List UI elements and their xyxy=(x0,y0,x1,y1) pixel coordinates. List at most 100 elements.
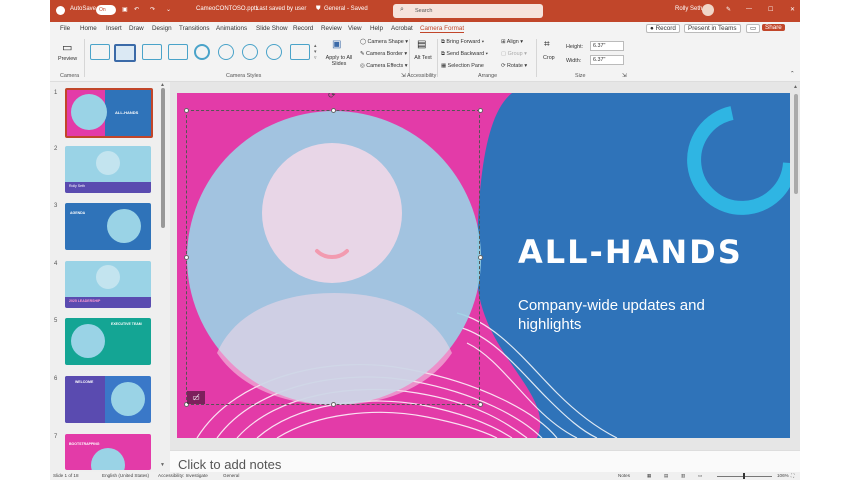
editor-scroll-up-icon[interactable]: ▲ xyxy=(793,84,798,90)
slide-thumbnail-2[interactable]: Rolly Seth xyxy=(65,146,151,193)
tab-home[interactable]: Home xyxy=(80,25,97,32)
scroll-up-icon[interactable]: ▲ xyxy=(160,82,165,88)
share-button[interactable]: Share xyxy=(762,24,785,31)
slide-thumbnail-6[interactable]: WELCOME xyxy=(65,376,151,423)
tab-design[interactable]: Design xyxy=(152,25,172,32)
style-thumb-3[interactable] xyxy=(142,44,162,60)
tab-camera-format[interactable]: Camera Format xyxy=(420,25,465,33)
camera-shape-button[interactable]: ◯ Camera Shape ▾ xyxy=(360,39,408,45)
group-button[interactable]: ▢ Group ▾ xyxy=(501,51,527,57)
tab-help[interactable]: Help xyxy=(370,25,383,32)
alt-text-button[interactable]: ▤ Alt Text xyxy=(412,39,434,71)
camera-styles-gallery[interactable]: ▴ ▾ ▿ xyxy=(88,41,318,65)
style-thumb-2[interactable] xyxy=(114,44,136,62)
thumb-scrollbar[interactable] xyxy=(161,88,165,228)
tab-transitions[interactable]: Transitions xyxy=(179,25,210,32)
redo-icon[interactable]: ↷ xyxy=(150,6,155,13)
height-value: 6.37" xyxy=(593,43,606,49)
resize-handle[interactable] xyxy=(184,255,189,260)
tab-review[interactable]: Review xyxy=(321,25,342,32)
autosave-toggle[interactable]: On xyxy=(96,5,116,15)
reading-view-icon[interactable]: ▥ xyxy=(681,473,685,479)
preview-button[interactable]: ▭ Preview xyxy=(58,39,80,69)
style-thumb-8[interactable] xyxy=(266,44,282,60)
style-thumb-4[interactable] xyxy=(168,44,188,60)
bring-forward-button[interactable]: ⧉ Bring Forward ▾ xyxy=(441,39,484,46)
slide-thumbnail-3[interactable]: AGENDA xyxy=(65,203,151,250)
resize-handle[interactable] xyxy=(478,402,483,407)
tab-record[interactable]: Record xyxy=(293,25,313,32)
slide-thumbnail-4[interactable]: 2025 LEADERSHIP xyxy=(65,261,151,308)
style-thumb-7[interactable] xyxy=(242,44,258,60)
quick-access-more-icon[interactable]: ⌄ xyxy=(166,6,171,13)
tab-draw[interactable]: Draw xyxy=(129,25,144,32)
slide-thumbnail-7[interactable]: BOOTSTRAPPING xyxy=(65,434,151,470)
undo-icon[interactable]: ↶ xyxy=(134,6,139,13)
slide-sorter-icon[interactable]: ▤ xyxy=(664,473,668,479)
resize-handle[interactable] xyxy=(331,402,336,407)
save-icon[interactable]: ▣ xyxy=(122,6,128,13)
slide-subtitle[interactable]: Company-wide updates and highlights xyxy=(518,296,705,334)
maximize-icon[interactable]: ☐ xyxy=(768,6,773,13)
camera-off-icon[interactable]: ▭̸ xyxy=(187,391,205,404)
width-input[interactable]: 6.37" xyxy=(590,55,624,65)
style-thumb-5[interactable] xyxy=(194,44,210,60)
user-name[interactable]: Rolly Seth xyxy=(675,6,702,12)
rotate-button[interactable]: ⟳ Rotate ▾ xyxy=(501,63,527,69)
tab-file[interactable]: File xyxy=(60,25,70,32)
resize-handle[interactable] xyxy=(478,108,483,113)
tab-animations[interactable]: Animations xyxy=(216,25,247,32)
avatar[interactable] xyxy=(702,4,714,16)
slide-thumbnail-5[interactable]: EXECUTIVE TEAM xyxy=(65,318,151,365)
minimize-icon[interactable]: — xyxy=(746,6,752,12)
camera-effects-button[interactable]: ◎ Camera Effects ▾ xyxy=(360,63,407,69)
style-thumb-9[interactable] xyxy=(290,44,310,60)
collapse-ribbon-icon[interactable]: ⌃ xyxy=(790,71,795,77)
height-input[interactable]: 6.37" xyxy=(590,41,624,51)
slide-thumbnail-1[interactable]: ALL-HANDS xyxy=(65,88,153,138)
style-thumb-6[interactable] xyxy=(218,44,234,60)
editor-scrollbar[interactable] xyxy=(794,94,798,194)
notes-toggle[interactable]: Notes xyxy=(618,473,630,478)
record-button[interactable]: ● Record xyxy=(646,24,680,33)
normal-view-icon[interactable]: ▦ xyxy=(647,473,651,479)
apply-all-icon: ▣ xyxy=(332,39,342,50)
zoom-slider-thumb[interactable] xyxy=(743,473,745,479)
fit-to-window-icon[interactable]: ⛶ xyxy=(791,473,794,478)
dialog-launcher-icon[interactable]: ⇲ xyxy=(401,73,406,79)
resize-handle[interactable] xyxy=(478,255,483,260)
language-status[interactable]: English (United States) xyxy=(102,473,149,478)
comments-icon[interactable]: ▭ xyxy=(746,24,760,33)
align-button[interactable]: ⊞ Align ▾ xyxy=(501,39,523,45)
slide-canvas[interactable]: ⟳ ▭̸ ALL-HANDS Company-wide updates and … xyxy=(177,93,790,438)
sensitivity-status[interactable]: General xyxy=(223,473,239,478)
zoom-level[interactable]: 106% xyxy=(777,473,789,478)
close-icon[interactable]: ✕ xyxy=(790,6,795,13)
slideshow-icon[interactable]: ▭ xyxy=(698,473,702,479)
selection-frame[interactable] xyxy=(186,110,480,405)
scroll-down-icon[interactable]: ▼ xyxy=(160,462,165,468)
size-dialog-launcher-icon[interactable]: ⇲ xyxy=(622,73,627,79)
send-backward-button[interactable]: ⧉ Send Backward ▾ xyxy=(441,51,488,58)
crop-button[interactable]: ⌗ Crop xyxy=(541,39,559,71)
present-in-teams-button[interactable]: Present in Teams xyxy=(684,24,741,33)
rotate-handle-icon[interactable]: ⟳ xyxy=(328,93,336,101)
resize-handle[interactable] xyxy=(184,108,189,113)
tab-insert[interactable]: Insert xyxy=(106,25,122,32)
accessibility-status[interactable]: Accessibility: Investigate xyxy=(158,473,208,478)
save-status[interactable]: Last saved by user xyxy=(256,6,306,12)
resize-handle[interactable] xyxy=(331,108,336,113)
tab-acrobat[interactable]: Acrobat xyxy=(391,25,413,32)
style-thumb-1[interactable] xyxy=(90,44,110,60)
sensitivity-label[interactable]: General - Saved xyxy=(324,6,368,12)
slide-title[interactable]: ALL-HANDS xyxy=(518,233,743,271)
tab-view[interactable]: View xyxy=(348,25,362,32)
pen-icon[interactable]: ✎ xyxy=(726,6,731,13)
notes-pane[interactable]: Click to add notes xyxy=(170,450,800,472)
gallery-more-icon[interactable]: ▴ ▾ ▿ xyxy=(314,43,317,61)
camera-border-button[interactable]: ✎ Camera Border ▾ xyxy=(360,51,407,57)
apply-to-all-slides-button[interactable]: ▣ Apply to All Slides xyxy=(324,39,354,71)
selection-pane-button[interactable]: ▦ Selection Pane xyxy=(441,63,484,69)
search-box[interactable]: ⌕ Search xyxy=(393,4,543,18)
tab-slide-show[interactable]: Slide Show xyxy=(256,25,288,32)
